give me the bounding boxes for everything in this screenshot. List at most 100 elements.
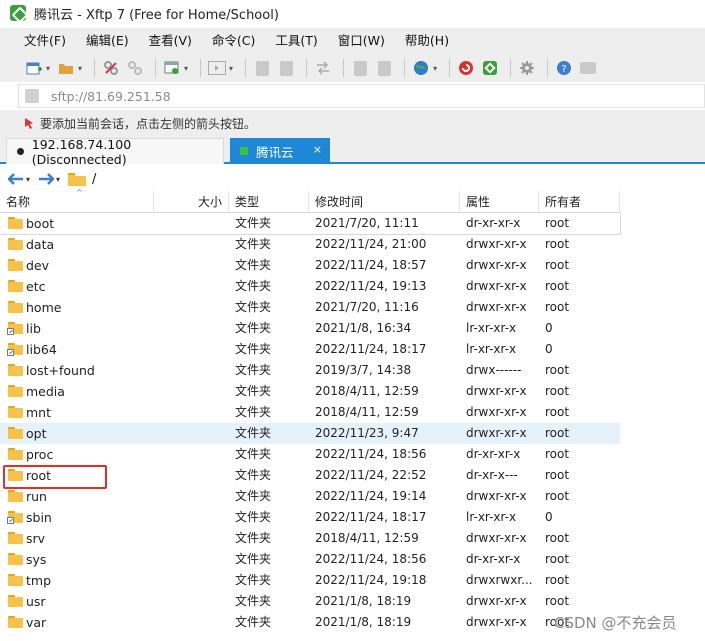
file-row[interactable]: run 文件夹 2022/11/24, 19:14 drwxr-xr-x root <box>0 486 620 507</box>
file-permissions: dr-xr-xr-x <box>466 216 521 230</box>
folder-icon <box>8 490 23 502</box>
column-permissions[interactable]: 属性 <box>460 191 539 213</box>
copy-icon[interactable] <box>350 58 370 78</box>
terminal-dropdown-icon[interactable]: ▾ <box>229 64 233 73</box>
file-row[interactable]: dev 文件夹 2022/11/24, 18:57 drwxr-xr-x root <box>0 255 620 276</box>
new-window-dropdown-icon[interactable]: ▾ <box>184 64 188 73</box>
file-row[interactable]: tmp 文件夹 2022/11/24, 19:18 drwxrwxr... root <box>0 570 620 591</box>
menu-command[interactable]: 命令(C) <box>202 30 265 52</box>
chat-icon[interactable] <box>578 58 598 78</box>
menu-help[interactable]: 帮助(H) <box>395 30 459 52</box>
file-type: 文件夹 <box>235 489 272 503</box>
file-owner: root <box>545 594 570 608</box>
file-row[interactable]: data 文件夹 2022/11/24, 21:00 drwxr-xr-x root <box>0 234 620 255</box>
file-row[interactable]: lib 文件夹 2021/1/8, 16:34 lr-xr-xr-x 0 <box>0 318 620 339</box>
file-permissions: drwxr-xr-x <box>466 300 527 314</box>
file-row[interactable]: mnt 文件夹 2018/4/11, 12:59 drwxr-xr-x root <box>0 402 620 423</box>
transfer-icon[interactable] <box>313 58 333 78</box>
file-row[interactable]: home 文件夹 2021/7/20, 11:16 drwxr-xr-x root <box>0 297 620 318</box>
open-folder-icon[interactable] <box>56 58 76 78</box>
file-row[interactable]: usr 文件夹 2021/1/8, 18:19 drwxr-xr-x root <box>0 591 620 612</box>
menu-bar: 文件(F) 编辑(E) 查看(V) 命令(C) 工具(T) 窗口(W) 帮助(H… <box>0 28 705 54</box>
new-window-icon[interactable] <box>162 58 182 78</box>
settings-gear-icon[interactable] <box>517 58 537 78</box>
file-type: 文件夹 <box>235 237 272 251</box>
file-owner: root <box>545 258 570 272</box>
upload-icon[interactable] <box>252 58 272 78</box>
file-type: 文件夹 <box>235 216 272 230</box>
file-name: var <box>26 615 47 630</box>
file-size <box>155 213 225 234</box>
menu-edit[interactable]: 编辑(E) <box>76 30 139 52</box>
folder-icon <box>8 280 23 292</box>
file-size <box>155 276 225 297</box>
file-modified: 2022/11/23, 9:47 <box>315 426 419 440</box>
address-bar[interactable]: sftp://81.69.251.58 <box>18 84 705 108</box>
disconnected-status-icon <box>17 148 24 155</box>
disconnect-icon[interactable] <box>125 58 145 78</box>
menu-file[interactable]: 文件(F) <box>14 30 76 52</box>
terminal-icon[interactable] <box>207 58 227 78</box>
menu-window[interactable]: 窗口(W) <box>328 30 395 52</box>
file-row[interactable]: var 文件夹 2021/1/8, 18:19 drwxr-xr-x root <box>0 612 620 633</box>
file-row[interactable]: lib64 文件夹 2022/11/24, 18:17 lr-xr-xr-x 0 <box>0 339 620 360</box>
tab-disconnected-session[interactable]: 192.168.74.100 (Disconnected) <box>6 137 224 167</box>
open-dropdown-icon[interactable]: ▾ <box>78 64 82 73</box>
back-dropdown-icon[interactable]: ▾ <box>26 175 30 184</box>
file-owner: root <box>545 237 570 251</box>
file-row[interactable]: media 文件夹 2018/4/11, 12:59 drwxr-xr-x root <box>0 381 620 402</box>
window-title: 腾讯云 - Xftp 7 (Free for Home/School) <box>34 7 279 23</box>
column-type[interactable]: 类型 <box>229 191 309 213</box>
file-type: 文件夹 <box>235 300 272 314</box>
forward-arrow-icon[interactable] <box>38 173 55 185</box>
file-modified: 2018/4/11, 12:59 <box>315 531 419 545</box>
file-row[interactable]: lost+found 文件夹 2019/3/7, 14:38 drwx------ ro… <box>0 360 620 381</box>
file-size <box>155 234 225 255</box>
session-arrow-icon[interactable] <box>22 116 36 130</box>
column-name[interactable]: 名称 <box>0 191 154 213</box>
tab-tencent-cloud[interactable]: 腾讯云 × <box>230 138 330 164</box>
file-row[interactable]: srv 文件夹 2018/4/11, 12:59 drwxr-xr-x root <box>0 528 620 549</box>
column-owner[interactable]: 所有者 <box>539 191 620 213</box>
file-owner: root <box>545 300 570 314</box>
file-name: data <box>26 237 55 252</box>
encoding-dropdown-icon[interactable]: ▾ <box>433 64 437 73</box>
new-session-icon[interactable] <box>24 58 44 78</box>
address-input[interactable]: sftp://81.69.251.58 <box>51 89 171 104</box>
download-icon[interactable] <box>276 58 296 78</box>
file-permissions: drwxr-xr-x <box>466 237 527 251</box>
tab-close-icon[interactable]: × <box>313 143 322 156</box>
column-size[interactable]: 大小 <box>154 191 229 213</box>
new-session-dropdown-icon[interactable]: ▾ <box>46 64 50 73</box>
file-row[interactable]: boot 文件夹 2021/7/20, 11:11 dr-xr-xr-x root <box>0 212 621 235</box>
menu-view[interactable]: 查看(V) <box>139 30 202 52</box>
paste-icon[interactable] <box>374 58 394 78</box>
current-path[interactable]: / <box>92 172 96 187</box>
file-name: lib <box>26 321 41 336</box>
hint-bar: 要添加当前会话，点击左侧的箭头按钮。 <box>0 110 705 136</box>
file-row[interactable]: opt 文件夹 2022/11/23, 9:47 drwxr-xr-x root <box>0 423 620 444</box>
connect-icon[interactable] <box>101 58 121 78</box>
file-permissions: lr-xr-xr-x <box>466 342 517 356</box>
file-row[interactable]: sys 文件夹 2022/11/24, 18:56 dr-xr-xr-x root <box>0 549 620 570</box>
file-owner: root <box>545 405 570 419</box>
column-modified[interactable]: 修改时间 <box>309 191 460 213</box>
folder-icon <box>8 238 23 250</box>
file-row[interactable]: proc 文件夹 2022/11/24, 18:56 dr-xr-xr-x root <box>0 444 620 465</box>
back-arrow-icon[interactable] <box>8 173 24 185</box>
xshell-icon[interactable] <box>456 58 476 78</box>
toolbar-separator <box>200 59 202 77</box>
file-row[interactable]: sbin 文件夹 2022/11/24, 18:17 lr-xr-xr-x 0 <box>0 507 620 528</box>
globe-icon[interactable] <box>411 58 431 78</box>
menu-tools[interactable]: 工具(T) <box>265 30 327 52</box>
forward-dropdown-icon[interactable]: ▾ <box>56 175 60 184</box>
folder-icon <box>8 553 23 565</box>
file-row[interactable]: etc 文件夹 2022/11/24, 19:13 drwxr-xr-x root <box>0 276 620 297</box>
help-icon[interactable]: ? <box>554 58 574 78</box>
file-modified: 2022/11/24, 18:17 <box>315 510 427 524</box>
file-type: 文件夹 <box>235 258 272 272</box>
file-permissions: dr-xr-x--- <box>466 468 518 482</box>
folder-icon <box>8 301 23 313</box>
xftp-icon[interactable] <box>480 58 500 78</box>
file-permissions: lr-xr-xr-x <box>466 510 517 524</box>
